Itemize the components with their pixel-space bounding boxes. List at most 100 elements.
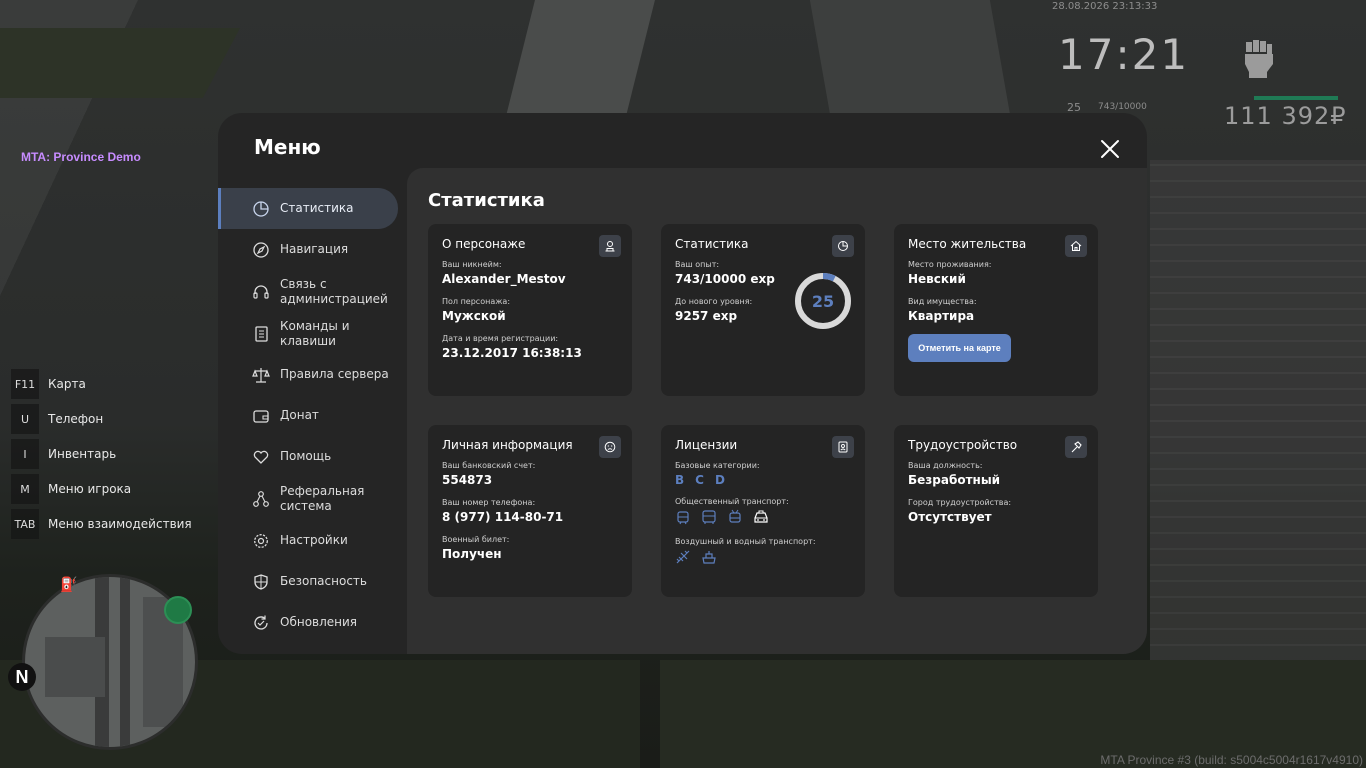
hotkey-key: U: [11, 404, 39, 434]
boat-icon: [702, 551, 716, 564]
gender-value: Мужской: [442, 309, 506, 323]
field-label: Ваш банковский счет:: [442, 461, 536, 470]
hud-health-bar: [1254, 96, 1338, 100]
hotkey-inventory: I Инвентарь: [11, 439, 192, 469]
nav-item-admin-contact[interactable]: Связь с администрацией: [218, 270, 398, 313]
nav-item-security[interactable]: Безопасность: [218, 561, 398, 602]
card-title: Место жительства: [908, 237, 1027, 251]
nav-item-referral[interactable]: Реферальная система: [218, 477, 398, 520]
hammer-icon: [1065, 436, 1087, 458]
tram-icon: [677, 511, 689, 525]
hotkey-map: F11 Карта: [11, 369, 192, 399]
fuel-station-icon: ⛽: [60, 577, 78, 593]
nav-item-donate[interactable]: Донат: [218, 395, 398, 436]
nickname-value: Alexander_Mestov: [442, 272, 566, 286]
close-icon[interactable]: [1098, 137, 1122, 161]
license-categories: B C D: [675, 473, 851, 487]
mark-on-map-button[interactable]: Отметить на карте: [908, 334, 1011, 362]
wallet-icon: [253, 409, 269, 423]
menu-title: Меню: [254, 135, 321, 159]
hotkey-key: F11: [11, 369, 39, 399]
hotkey-key: I: [11, 439, 39, 469]
scales-icon: [252, 367, 270, 383]
document-icon: [255, 325, 268, 342]
pie-chart-icon: [253, 200, 269, 217]
nav-label: Обновления: [280, 615, 358, 629]
nav-item-statistics[interactable]: Статистика: [218, 188, 398, 229]
hotkey-list: F11 Карта U Телефон I Инвентарь M Меню и…: [11, 369, 192, 544]
field-label: Город трудоустройства:: [908, 498, 1012, 507]
public-transport-icons: [675, 509, 851, 525]
nav-item-navigation[interactable]: Навигация: [218, 229, 398, 270]
hotkey-label: Инвентарь: [48, 447, 117, 461]
compass-icon: [253, 241, 269, 258]
level-value: 25: [811, 291, 835, 311]
residence-value: Невский: [908, 272, 966, 286]
background-ground: [660, 660, 1366, 768]
hotkey-interaction-menu: TAB Меню взаимодействия: [11, 509, 192, 539]
field-label: Дата и время регистрации:: [442, 334, 559, 343]
hud-exp: 743/10000: [1098, 102, 1147, 112]
nav-label: Навигация: [280, 242, 349, 256]
field-label: Ваша должность:: [908, 461, 983, 470]
bus-icon: [702, 510, 716, 524]
phone-number-value: 8 (977) 114-80-71: [442, 510, 564, 524]
field-label: Место проживания:: [908, 260, 992, 269]
hotkey-key: TAB: [11, 509, 39, 539]
field-label: Воздушный и водный транспорт:: [675, 537, 816, 546]
hud-datetime: 28.08.2026 23:13:33: [1052, 1, 1158, 12]
card-title: Статистика: [675, 237, 749, 251]
content-title: Статистика: [428, 190, 545, 211]
gear-icon: [254, 533, 268, 548]
property-type-value: Квартира: [908, 309, 975, 323]
nav-label: Безопасность: [280, 574, 367, 588]
hotkey-label: Телефон: [48, 412, 104, 426]
field-label: Ваш номер телефона:: [442, 498, 536, 507]
card-title: Трудоустройство: [908, 438, 1018, 452]
nav-item-commands[interactable]: Команды и клавиши: [218, 313, 398, 354]
statistics-card: Статистика Ваш опыт: 743/10000 exp До но…: [661, 224, 865, 396]
military-id-value: Получен: [442, 547, 502, 561]
field-label: Общественный транспорт:: [675, 497, 789, 506]
nav-item-rules[interactable]: Правила сервера: [218, 354, 398, 395]
character-card: О персонаже Ваш никнейм: Alexander_Mesto…: [428, 224, 632, 396]
user-icon: [599, 235, 621, 257]
nav-label: Правила сервера: [280, 367, 389, 381]
hotkey-label: Меню взаимодействия: [48, 517, 192, 531]
bus-stop-icon: [164, 596, 192, 624]
hud-money: 111 392₽: [1224, 102, 1347, 130]
home-icon: [1065, 235, 1087, 257]
background-wall: [1150, 160, 1366, 660]
personal-info-card: Личная информация Ваш банковский счет: 5…: [428, 425, 632, 597]
nav-item-updates[interactable]: Обновления: [218, 602, 398, 643]
hotkey-label: Карта: [48, 377, 86, 391]
background-grass: [0, 28, 241, 98]
minimap-north-marker: N: [8, 663, 36, 691]
nav-label: Статистика: [280, 201, 354, 215]
pie-chart-icon: [832, 235, 854, 257]
card-title: Лицензии: [675, 438, 738, 452]
license-category: D: [714, 473, 725, 487]
field-label: Базовые категории:: [675, 461, 760, 470]
nav-label: Связь с администрацией: [280, 276, 388, 306]
nav-item-help[interactable]: Помощь: [218, 436, 398, 477]
residence-card: Место жительства Место проживания: Невск…: [894, 224, 1098, 396]
licenses-card: Лицензии Базовые категории: B C D Общест…: [661, 425, 865, 597]
network-icon: [253, 490, 269, 507]
menu-window: Меню Статистика Навигация Связь с админи…: [218, 113, 1147, 654]
field-label: Пол персонажа:: [442, 297, 511, 306]
field-label: Ваш никнейм:: [442, 260, 502, 269]
job-city-value: Отсутствует: [908, 510, 992, 524]
background-pillar: [505, 0, 655, 120]
bank-account-value: 554873: [442, 473, 493, 487]
hotkey-player-menu: M Меню игрока: [11, 474, 192, 504]
hud-clock: 17:21: [1058, 30, 1190, 79]
nav-label: Команды и клавиши: [280, 318, 350, 348]
fist-icon: [1245, 40, 1273, 78]
background-pillar: [809, 0, 1011, 115]
headset-icon: [253, 284, 269, 299]
air-water-transport-icons: [675, 549, 851, 565]
field-label: Военный билет:: [442, 535, 510, 544]
trolleybus-icon: [729, 509, 741, 523]
nav-item-settings[interactable]: Настройки: [218, 520, 398, 561]
